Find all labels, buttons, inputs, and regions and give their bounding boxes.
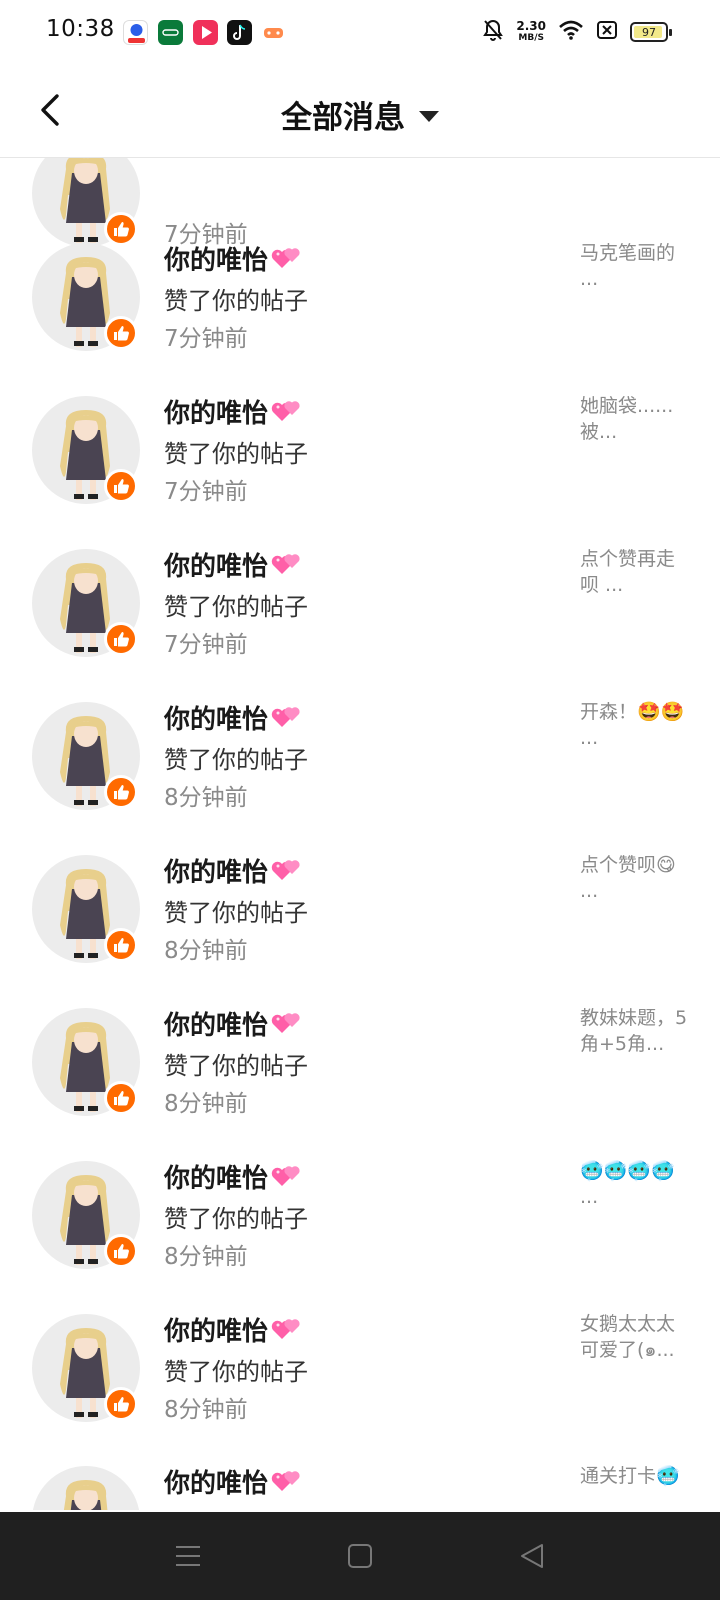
hearts-emoji-icon bbox=[270, 395, 304, 429]
sender-name[interactable]: 你的唯怡 bbox=[164, 1311, 268, 1348]
notification-time: 8分钟前 bbox=[164, 785, 248, 811]
notification-item[interactable]: 你的唯怡 赞了你的帖子 8分钟前 开森！🤩🤩 ... bbox=[0, 694, 720, 850]
sender-name[interactable]: 你的唯怡 bbox=[164, 1463, 268, 1500]
like-badge-icon bbox=[104, 316, 138, 350]
post-preview[interactable]: 女鹅太太太可爱了(๑... bbox=[580, 1311, 690, 1363]
sender-name[interactable]: 你的唯怡 bbox=[164, 240, 268, 277]
notification-time: 8分钟前 bbox=[164, 1397, 248, 1423]
notification-item[interactable]: 你的唯怡 赞了你的帖子 8分钟前 点个赞呗😋 ... bbox=[0, 847, 720, 1003]
sender-line: 你的唯怡 bbox=[164, 852, 304, 889]
sender-line: 你的唯怡 bbox=[164, 393, 304, 430]
notification-item[interactable]: 你的唯怡 赞了你的帖子 7分钟前 点个赞再走呗 ... bbox=[0, 541, 720, 697]
hearts-emoji-icon bbox=[270, 1007, 304, 1041]
hearts-emoji-icon bbox=[270, 701, 304, 735]
notification-time: 7分钟前 bbox=[164, 326, 248, 352]
back-triangle-icon[interactable] bbox=[514, 1538, 550, 1574]
post-preview[interactable]: 马克笔画的 ... bbox=[580, 240, 690, 292]
home-square-icon[interactable] bbox=[342, 1538, 378, 1574]
post-preview[interactable]: 通关打卡🥶 bbox=[580, 1463, 690, 1489]
notification-item[interactable]: 你的唯怡 赞了你的帖子 8分钟前 🥶🥶🥶🥶 ... bbox=[0, 1153, 720, 1309]
sender-line: 你的唯怡 bbox=[164, 240, 304, 277]
post-preview[interactable]: 点个赞呗😋 ... bbox=[580, 852, 690, 904]
system-nav-bar bbox=[0, 1512, 720, 1600]
message-filter-dropdown[interactable]: 全部消息 bbox=[0, 92, 720, 137]
notification-item[interactable]: 你的唯怡 赞了你的帖子 8分钟前 女鹅太太太可爱了(๑... bbox=[0, 1306, 720, 1462]
notification-action: 赞了你的帖子 bbox=[164, 1052, 308, 1080]
like-badge-icon bbox=[104, 775, 138, 809]
hearts-emoji-icon bbox=[270, 242, 304, 276]
sender-name[interactable]: 你的唯怡 bbox=[164, 852, 268, 889]
notification-action: 赞了你的帖子 bbox=[164, 440, 308, 468]
post-preview[interactable]: 她脑袋......被... bbox=[580, 393, 690, 445]
like-badge-icon bbox=[104, 469, 138, 503]
like-badge-icon bbox=[104, 622, 138, 656]
hearts-emoji-icon bbox=[270, 548, 304, 582]
sender-line: 你的唯怡 bbox=[164, 1005, 304, 1042]
notification-time: 7分钟前 bbox=[164, 479, 248, 505]
sender-name[interactable]: 你的唯怡 bbox=[164, 393, 268, 430]
notification-action: 赞了你的帖子 bbox=[164, 1358, 308, 1386]
sender-line: 你的唯怡 bbox=[164, 546, 304, 583]
caret-down-icon bbox=[419, 111, 439, 122]
notification-item[interactable]: 你的唯怡 赞了你的帖子 7分钟前 她脑袋......被... bbox=[0, 388, 720, 544]
notification-time: 8分钟前 bbox=[164, 1244, 248, 1270]
notification-list: 7分钟前 真... 你的唯怡 赞了你的帖子 7分钟前 马克 bbox=[0, 0, 720, 1510]
sender-name[interactable]: 你的唯怡 bbox=[164, 699, 268, 736]
menu-icon[interactable] bbox=[170, 1538, 206, 1574]
hearts-emoji-icon bbox=[270, 854, 304, 888]
avatar[interactable] bbox=[32, 1466, 140, 1510]
sender-line: 你的唯怡 bbox=[164, 1311, 304, 1348]
notification-action: 赞了你的帖子 bbox=[164, 593, 308, 621]
hearts-emoji-icon bbox=[270, 1160, 304, 1194]
sender-line: 你的唯怡 bbox=[164, 699, 304, 736]
like-badge-icon bbox=[104, 928, 138, 962]
notification-action: 赞了你的帖子 bbox=[164, 899, 308, 927]
notification-action: 赞了你的帖子 bbox=[164, 746, 308, 774]
like-badge-icon bbox=[104, 1234, 138, 1268]
notification-time: 7分钟前 bbox=[164, 632, 248, 658]
like-badge-icon bbox=[104, 1387, 138, 1421]
notification-time: 8分钟前 bbox=[164, 1091, 248, 1117]
hearts-emoji-icon bbox=[270, 1465, 304, 1499]
post-preview[interactable]: 开森！🤩🤩 ... bbox=[580, 699, 690, 751]
page-title: 全部消息 bbox=[281, 100, 405, 136]
sender-line: 你的唯怡 bbox=[164, 1463, 304, 1500]
header: 全部消息 bbox=[0, 62, 720, 158]
sender-name[interactable]: 你的唯怡 bbox=[164, 1158, 268, 1195]
notification-action: 赞了你的帖子 bbox=[164, 287, 308, 315]
post-preview[interactable]: 教妹妹题，5角+5角... bbox=[580, 1005, 690, 1057]
notification-action: 赞了你的帖子 bbox=[164, 1205, 308, 1233]
hearts-emoji-icon bbox=[270, 1313, 304, 1347]
notification-item[interactable]: 你的唯怡 赞了你的帖子 8分钟前 教妹妹题，5角+5角... bbox=[0, 1000, 720, 1156]
post-preview[interactable]: 点个赞再走呗 ... bbox=[580, 546, 690, 598]
like-badge-icon bbox=[104, 1081, 138, 1115]
sender-line: 你的唯怡 bbox=[164, 1158, 304, 1195]
notification-time: 8分钟前 bbox=[164, 938, 248, 964]
post-preview[interactable]: 🥶🥶🥶🥶 ... bbox=[580, 1158, 690, 1210]
sender-name[interactable]: 你的唯怡 bbox=[164, 1005, 268, 1042]
sender-name[interactable]: 你的唯怡 bbox=[164, 546, 268, 583]
notification-item[interactable]: 你的唯怡 通关打卡🥶 bbox=[0, 1458, 720, 1510]
notification-item[interactable]: 你的唯怡 赞了你的帖子 7分钟前 马克笔画的 ... bbox=[0, 235, 720, 391]
